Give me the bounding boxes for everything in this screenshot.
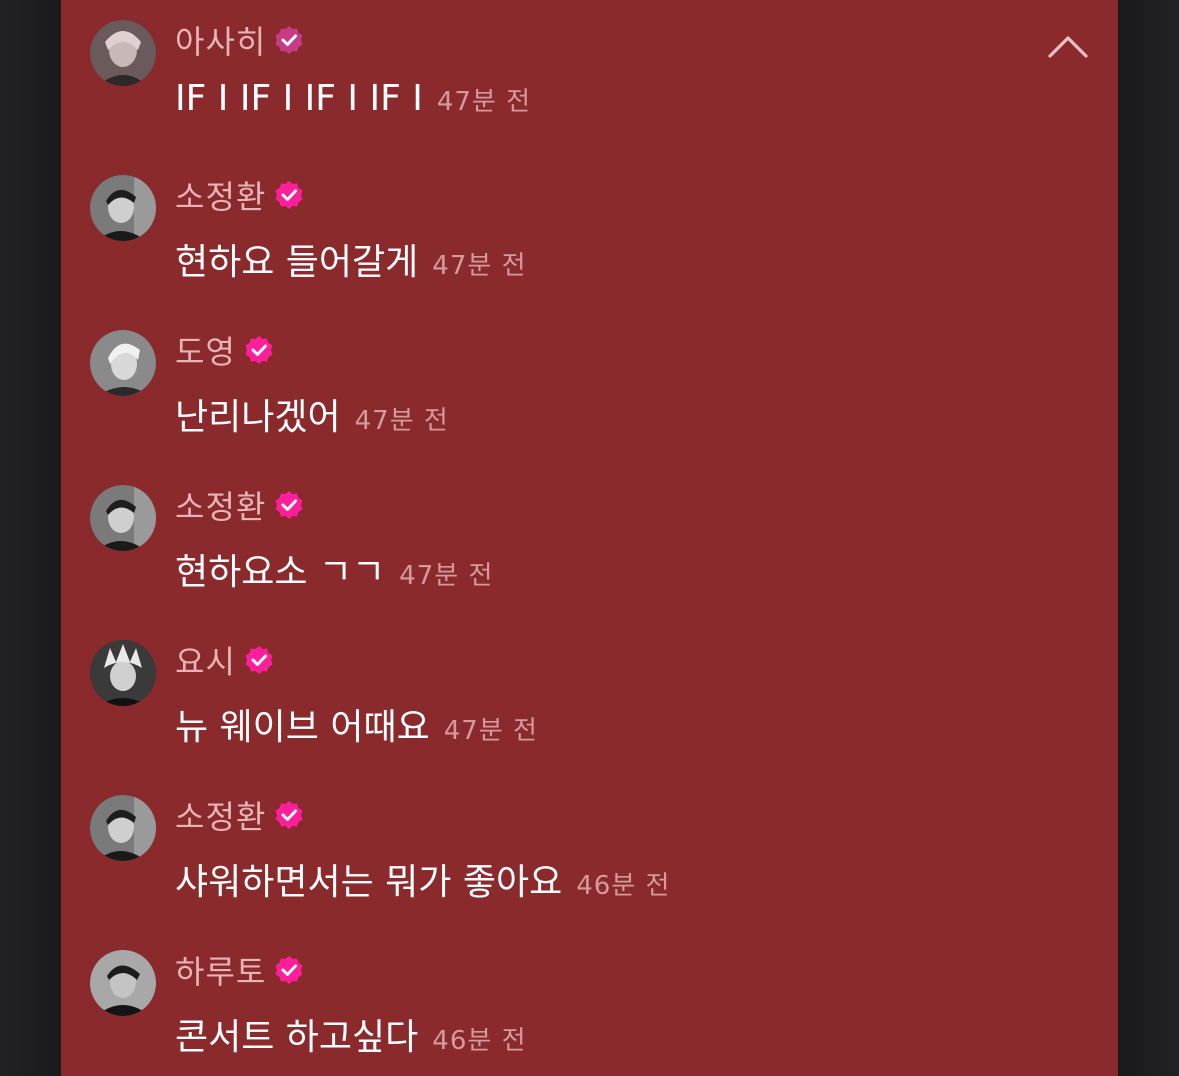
sender-name: 소정환: [175, 488, 267, 526]
message-item: 하루토 콘서트 하고싶다 46분 전: [61, 930, 1118, 1076]
verified-badge-icon: [245, 336, 273, 364]
message-time: 46분 전: [432, 1026, 527, 1056]
message-time: 47분 전: [443, 716, 538, 746]
verified-badge-icon: [275, 956, 303, 984]
avatar[interactable]: [90, 485, 156, 551]
avatar[interactable]: [90, 20, 156, 86]
message-text: 샤워하면서는 뭐가 좋아요: [175, 862, 563, 903]
message-time: 46분 전: [576, 871, 671, 901]
verified-badge-icon: [275, 801, 303, 829]
sender-name: 도영: [175, 333, 236, 371]
app-screen: 아사히 IF I IF I IF I IF I 47분 전 소정환 현하요 들어…: [0, 0, 1179, 1076]
message-text: 난리나겠어: [175, 397, 341, 438]
message-item: 요시 뉴 웨이브 어때요 47분 전: [61, 620, 1118, 775]
avatar[interactable]: [90, 330, 156, 396]
message-time: 47분 전: [436, 87, 532, 117]
message-text: 콘서트 하고싶다: [175, 1017, 419, 1058]
message-item: 도영 난리나겠어 47분 전: [61, 310, 1118, 465]
message-text: 뉴 웨이브 어때요: [175, 707, 430, 748]
message-item: 소정환 샤워하면서는 뭐가 좋아요 46분 전: [61, 775, 1118, 930]
avatar[interactable]: [90, 795, 156, 861]
sender-name: 아사히: [175, 23, 267, 61]
message-item: 소정환 현하요소 ㄱㄱ 47분 전: [61, 465, 1118, 620]
message-text: 현하요소 ㄱㄱ: [175, 552, 386, 593]
message-time: 47분 전: [354, 406, 449, 436]
avatar[interactable]: [90, 640, 156, 706]
message-text: 현하요 들어갈게: [175, 242, 419, 283]
message-text: IF I IF I IF I IF I: [175, 78, 423, 119]
sender-name: 요시: [175, 643, 236, 681]
sender-name: 하루토: [175, 953, 267, 991]
message-item: 소정환 현하요 들어갈게 47분 전: [61, 155, 1118, 310]
chat-panel: 아사히 IF I IF I IF I IF I 47분 전 소정환 현하요 들어…: [61, 0, 1118, 1076]
verified-badge-icon: [275, 181, 303, 209]
verified-badge-icon: [275, 491, 303, 519]
message-time: 47분 전: [432, 251, 527, 281]
message-time: 47분 전: [399, 561, 494, 591]
avatar[interactable]: [90, 175, 156, 241]
avatar[interactable]: [90, 950, 156, 1016]
sender-name: 소정환: [175, 178, 267, 216]
verified-badge-icon: [275, 26, 303, 54]
verified-badge-icon: [245, 646, 273, 674]
message-item: 아사히 IF I IF I IF I IF I 47분 전: [61, 0, 1118, 155]
sender-name: 소정환: [175, 798, 267, 836]
